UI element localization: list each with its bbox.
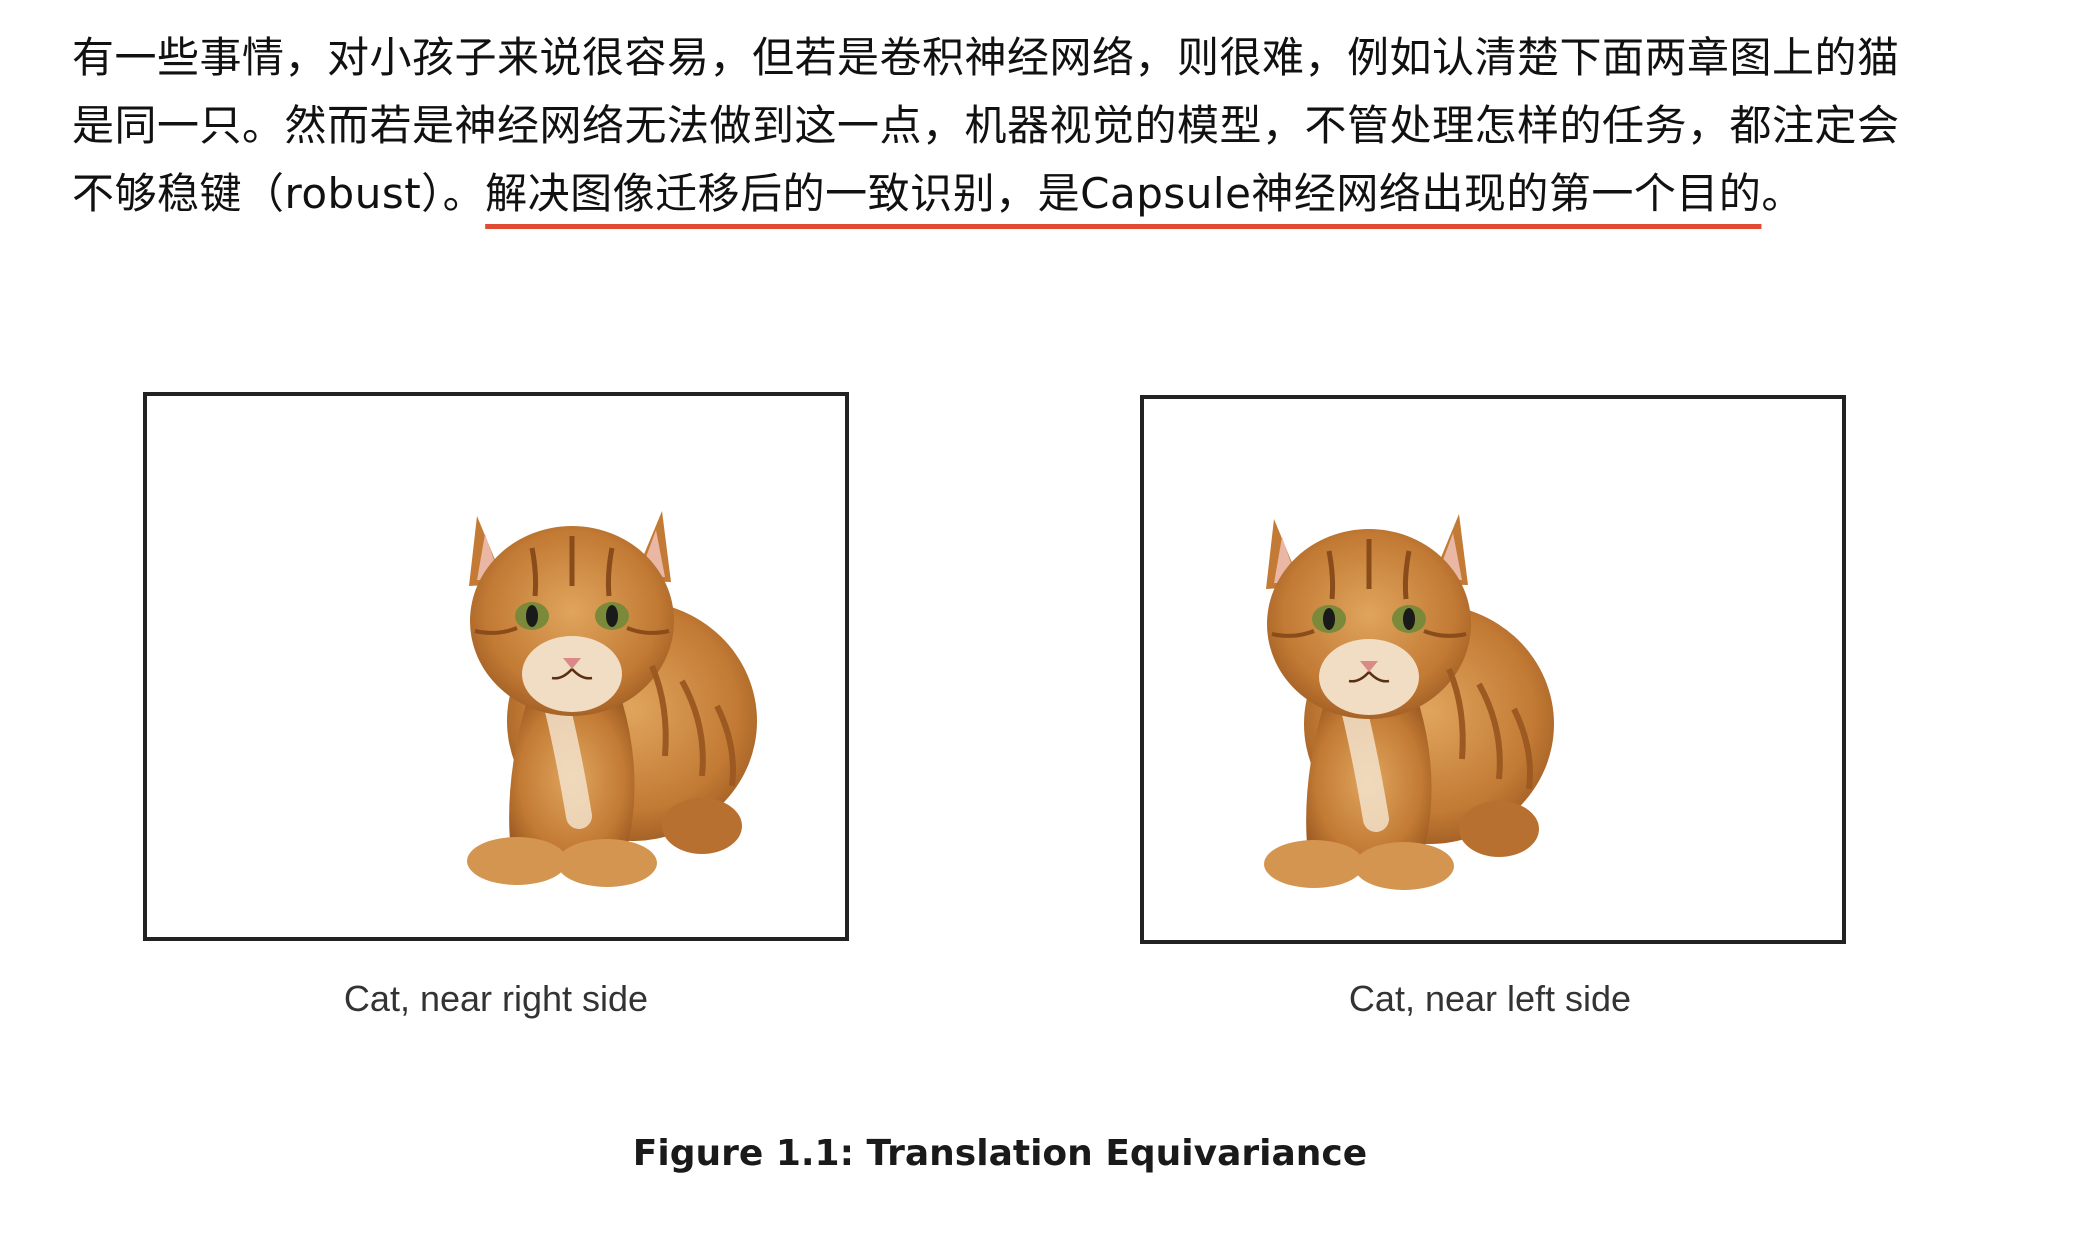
caption-right: Cat, near left side bbox=[1348, 978, 1632, 1019]
caption-left: Cat, near right side bbox=[343, 978, 649, 1019]
cat-image bbox=[1264, 514, 1554, 890]
image-frame-right bbox=[1140, 395, 1846, 944]
image-frame-left bbox=[143, 392, 849, 941]
figure-translation-equivariance: Cat, near right side Cat, near left side… bbox=[0, 0, 2080, 1256]
figure-title: Figure 1.1: Translation Equivariance bbox=[632, 1133, 1368, 1174]
cat-image bbox=[467, 511, 757, 887]
